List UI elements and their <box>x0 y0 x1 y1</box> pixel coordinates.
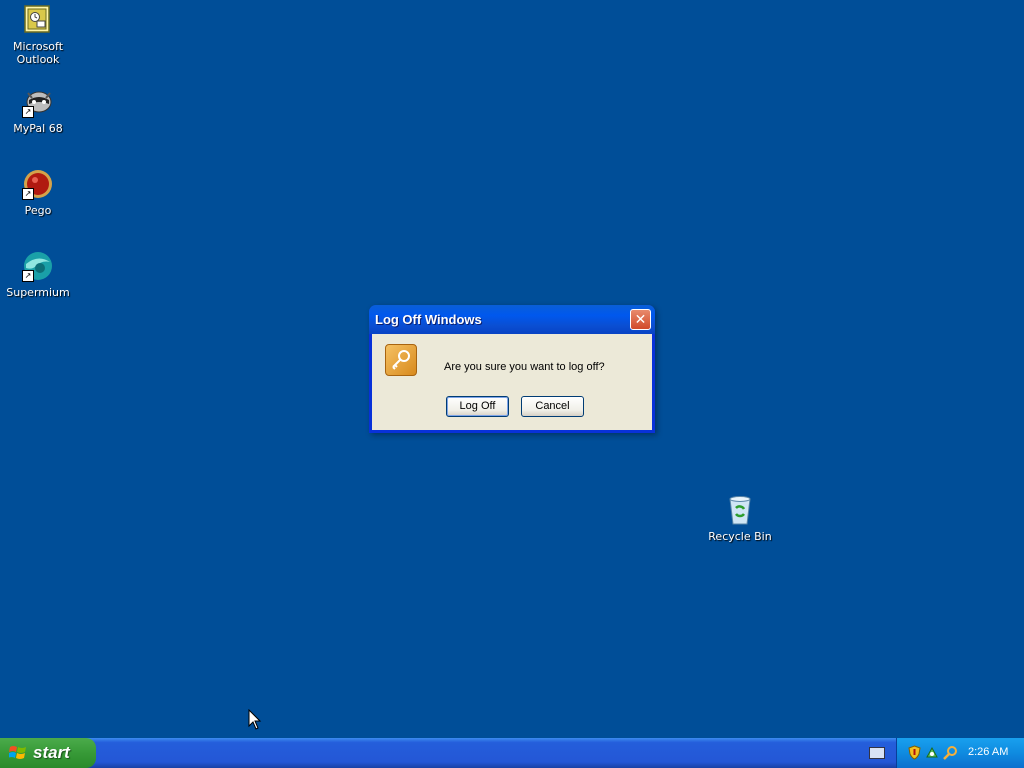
shortcut-arrow-icon: ↗ <box>22 270 34 282</box>
desktop-icon-pego[interactable]: ↗ Pego <box>0 168 76 217</box>
system-tray: 2:26 AM <box>896 738 1024 768</box>
shortcut-arrow-icon: ↗ <box>22 106 34 118</box>
pego-icon: ↗ <box>22 168 54 200</box>
cancel-button[interactable]: Cancel <box>521 396 584 417</box>
mypal-icon: ↗ <box>22 86 54 118</box>
dialog-body: Are you sure you want to log off? Log Of… <box>372 334 652 430</box>
desktop-icon-label: MyPal 68 <box>13 122 63 135</box>
desktop-icon-mypal[interactable]: ↗ MyPal 68 <box>0 86 76 135</box>
start-label: start <box>33 743 70 762</box>
desktop: Microsoft Outlook ↗ MyPal 68 ↗ Pego ↗ Su… <box>0 0 1024 738</box>
desktop-icon-outlook[interactable]: Microsoft Outlook <box>0 4 76 66</box>
clock[interactable]: 2:26 AM <box>968 746 1008 758</box>
dialog-title: Log Off Windows <box>375 312 482 327</box>
close-icon: ✕ <box>634 312 647 328</box>
start-button[interactable]: start <box>0 738 96 768</box>
shortcut-arrow-icon: ↗ <box>22 188 34 200</box>
search-icon[interactable] <box>943 745 958 760</box>
network-icon[interactable] <box>925 745 940 760</box>
recycle-bin-icon <box>724 494 756 526</box>
security-shield-icon[interactable] <box>907 745 922 760</box>
outlook-icon <box>22 4 54 36</box>
log-off-button[interactable]: Log Off <box>446 396 509 417</box>
desktop-icon-label: Pego <box>24 204 52 217</box>
taskbar: start 2:26 AM <box>0 738 1024 768</box>
log-off-dialog: Log Off Windows ✕ Are you sure you want … <box>369 305 655 433</box>
key-icon <box>385 344 417 376</box>
keyboard-icon[interactable] <box>869 747 885 759</box>
windows-logo-icon <box>9 746 26 759</box>
close-button[interactable]: ✕ <box>630 309 651 330</box>
desktop-icon-recycle-bin[interactable]: Recycle Bin <box>702 494 778 543</box>
mouse-cursor-icon <box>248 709 262 730</box>
desktop-icon-label: Supermium <box>6 286 70 299</box>
dialog-titlebar[interactable]: Log Off Windows ✕ <box>369 305 655 334</box>
supermium-icon: ↗ <box>22 250 54 282</box>
desktop-icon-label: Recycle Bin <box>708 530 772 543</box>
dialog-message: Are you sure you want to log off? <box>444 361 605 373</box>
desktop-icon-supermium[interactable]: ↗ Supermium <box>0 250 76 299</box>
desktop-icon-label: Microsoft Outlook <box>12 40 64 66</box>
